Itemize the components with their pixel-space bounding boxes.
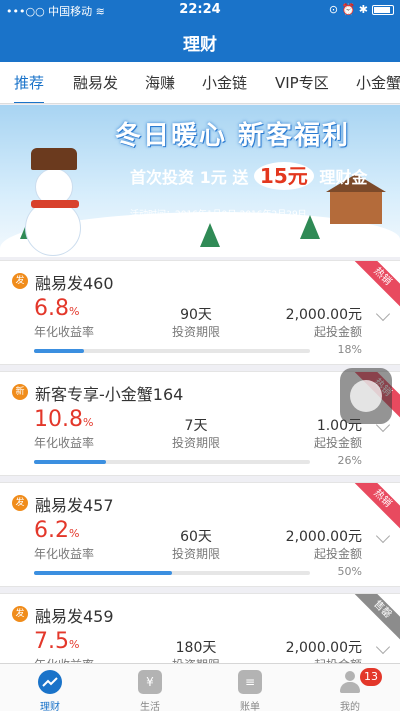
notification-badge: 13 (360, 668, 382, 686)
progress-fill (34, 349, 84, 353)
battery-icon (372, 5, 394, 15)
tabbar-item-mine[interactable]: 我的 13 (300, 664, 400, 711)
progress-fill (34, 460, 106, 464)
progress-text: 26% (337, 454, 362, 467)
amount-label: 起投金额 (313, 325, 362, 339)
rate-label: 年化收益率 (34, 547, 95, 561)
period-label: 投资期限 (171, 547, 220, 561)
rate-label: 年化收益率 (34, 325, 95, 339)
tab-haizhuan[interactable]: 海赚 (145, 62, 175, 103)
progress-text: 18% (337, 343, 362, 356)
product-name: 融易发460 (35, 274, 114, 293)
product-min-amount: 2,000.00元 (285, 640, 362, 656)
page-title: 理财 (183, 35, 217, 55)
product-rate: 6.2% (34, 518, 80, 543)
amount-label: 起投金额 (313, 547, 362, 561)
period-label: 投资期限 (171, 436, 220, 450)
product-badge-icon: 发 (12, 273, 28, 289)
product-period: 90天 (180, 307, 212, 323)
tab-xiaojinlian[interactable]: 小金链 (202, 62, 247, 103)
banner-headline: 冬日暖心 新客福利 (115, 121, 351, 151)
period-label: 投资期限 (171, 325, 220, 339)
tabbar-label: 账单 (240, 702, 260, 711)
house-illustration (326, 174, 386, 224)
product-period: 7天 (184, 418, 208, 434)
product-min-amount: 2,000.00元 (285, 529, 362, 545)
product-card[interactable]: 发 融易发457 6.2% 年化收益率 60天 投资期限 2,000.00元 起… (0, 482, 400, 587)
product-name: 融易发457 (35, 496, 114, 515)
product-rate: 7.5% (34, 629, 80, 654)
product-period: 60天 (180, 529, 212, 545)
chart-icon (38, 670, 62, 694)
status-bar: •••○○ 中国移动 ≋ 22:24 ⊙ ⏰ ✱ (0, 0, 400, 22)
category-tabs: 推荐 融易发 海赚 小金链 VIP专区 小金蟹 (0, 62, 400, 104)
tab-recommend[interactable]: 推荐 (14, 62, 45, 103)
product-badge-icon: 发 (12, 495, 28, 511)
product-rate: 10.8% (34, 407, 94, 432)
tree-icon (200, 223, 220, 247)
banner-date: 活动时间：2016年1月9日-2016年2月29日 (130, 210, 307, 220)
product-badge-icon: 发 (12, 606, 28, 622)
amount-label: 起投金额 (313, 436, 362, 450)
product-rate: 6.8% (34, 296, 80, 321)
tabbar-item-finance[interactable]: 理财 (0, 664, 100, 711)
product-period: 180天 (175, 640, 217, 656)
product-name: 融易发459 (35, 607, 114, 626)
banner-promo: 首次投资 1元 送 15元 理财金 (130, 162, 368, 190)
yen-icon: ¥ (138, 670, 162, 694)
product-card[interactable]: 发 融易发460 6.8% 年化收益率 90天 投资期限 2,000.00元 起… (0, 260, 400, 365)
chevron-down-icon[interactable] (375, 639, 391, 655)
chevron-down-icon[interactable] (375, 528, 391, 544)
progress-track (34, 349, 310, 353)
progress-track (34, 460, 310, 464)
tabbar-item-bill[interactable]: ≡ 账单 (200, 664, 300, 711)
tabbar-label: 生活 (140, 702, 160, 711)
tabbar-label: 理财 (40, 702, 60, 711)
progress-track (34, 571, 310, 575)
promo-banner[interactable]: 冬日暖心 新客福利 首次投资 1元 送 15元 理财金 活动时间：2016年1月… (0, 105, 400, 257)
tab-vip[interactable]: VIP专区 (275, 62, 329, 103)
bottom-tab-bar: 理财 ¥ 生活 ≡ 账单 我的 13 (0, 663, 400, 711)
tabbar-label: 我的 (340, 702, 360, 711)
product-badge-icon: 新 (12, 384, 28, 400)
tab-xiaojinxie[interactable]: 小金蟹 (356, 62, 400, 103)
progress-text: 50% (337, 565, 362, 578)
rate-label: 年化收益率 (34, 436, 95, 450)
product-min-amount: 2,000.00元 (285, 307, 362, 323)
person-icon (338, 670, 362, 694)
bill-icon: ≡ (238, 670, 262, 694)
assistive-touch-button[interactable] (340, 368, 392, 424)
chevron-down-icon[interactable] (375, 306, 391, 322)
status-icons: ⊙ ⏰ ✱ (329, 3, 394, 16)
product-name: 新客专享-小金蟹164 (35, 385, 184, 404)
tabbar-item-life[interactable]: ¥ 生活 (100, 664, 200, 711)
app-header: •••○○ 中国移动 ≋ 22:24 ⊙ ⏰ ✱ 理财 (0, 0, 400, 62)
tab-rongyifa[interactable]: 融易发 (73, 62, 118, 103)
progress-fill (34, 571, 172, 575)
